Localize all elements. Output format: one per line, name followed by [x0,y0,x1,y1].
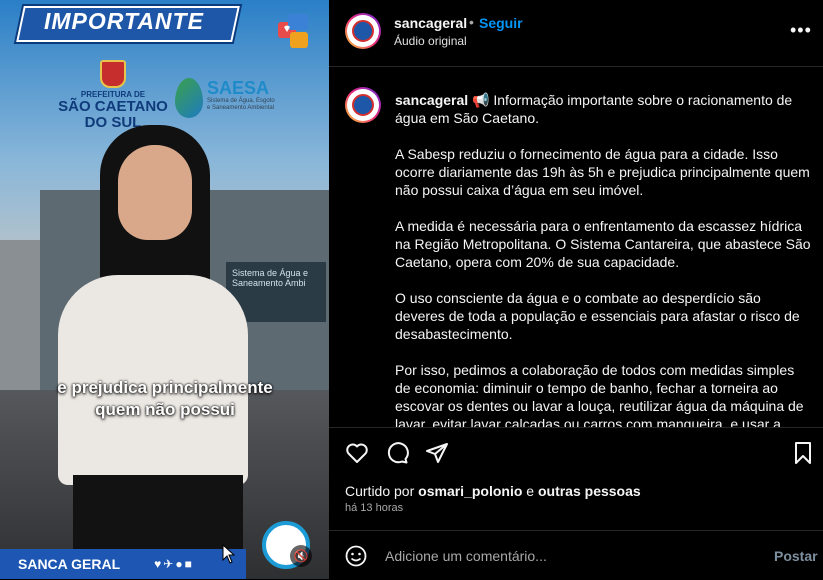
banner-text: IMPORTANTE [44,8,204,34]
original-audio-link[interactable]: Áudio original [394,34,467,48]
water-drop-icon [175,78,203,118]
presenter [38,125,268,579]
likes-summary: Curtido por osmari_polonio e outras pess… [345,483,641,499]
prefeitura-line2: SÃO CAETANO [58,98,168,115]
sanca-crest-icon [352,94,374,116]
caption-paragraph-4: O uso consciente da água e o combate ao … [395,290,800,342]
caption-paragraph-2: A Sabesp reduziu o fornecimento de água … [395,146,810,198]
saesa-subtitle: Sistema de Água, Esgoto e Saneamento Amb… [207,98,275,111]
caption-area[interactable]: sancageral 📢 Informação importante sobre… [329,67,823,428]
video-player[interactable]: Sistema de Água e Saneamento Ambi IMPORT… [0,0,329,579]
other-likers-link[interactable]: outras pessoas [538,483,641,499]
author-avatar[interactable] [345,13,381,49]
prefeitura-logo: PREFEITURA DE SÃO CAETANO DO SUL [58,60,168,131]
comment-input[interactable]: Adicione um comentário... [385,548,547,564]
footer-brand: SANCA GERAL [18,556,121,572]
caption-paragraph-3: A medida é necessária para o enfrentamen… [395,218,811,270]
mouse-cursor-icon [222,544,236,564]
caption-author-avatar[interactable] [345,87,381,123]
video-subtitle: e prejudica principalmente quem não poss… [35,377,295,421]
mute-button[interactable]: 🔇 [290,545,312,567]
comment-icon[interactable] [385,441,409,465]
comment-bar: Adicione um comentário... Postar [329,530,823,580]
bookmark-icon[interactable] [791,441,815,465]
city-crest-icon [100,60,126,88]
video-subtitle-line2: quem não possui [95,400,235,419]
liked-by-user[interactable]: osmari_polonio [418,483,522,499]
likes-conjunction: e [526,483,535,499]
video-footer: SANCA GERAL ♥✈●■ [0,549,246,579]
post-viewer: Sistema de Água e Saneamento Ambi IMPORT… [0,0,823,579]
sanca-crest-icon [352,20,374,42]
post-header: sancageral • Seguir Áudio original ••• [329,0,823,67]
saesa-name: SAESA [207,78,270,98]
emoji-icon[interactable] [345,545,367,567]
social-reactions-icon [278,14,308,48]
post-sidebar: sancageral • Seguir Áudio original ••• s… [329,0,823,579]
separator-dot: • [469,14,474,30]
post-comment-button[interactable]: Postar [774,548,818,564]
heart-icon[interactable] [345,441,369,465]
post-timestamp[interactable]: há 13 horas [345,502,403,514]
footer-social-icons: ♥✈●■ [154,557,194,571]
author-username[interactable]: sancageral [394,15,467,31]
caption-paragraph-5: Por isso, pedimos a colaboração de todos… [395,362,804,428]
follow-button[interactable]: Seguir [479,15,523,31]
action-bar [329,427,823,477]
post-caption: sancageral 📢 Informação importante sobre… [395,91,811,428]
caption-username[interactable]: sancageral [395,92,468,108]
more-options-icon[interactable]: ••• [790,20,812,41]
share-icon[interactable] [425,441,449,465]
video-subtitle-line1: e prejudica principalmente [57,378,273,397]
likes-prefix: Curtido por [345,483,415,499]
